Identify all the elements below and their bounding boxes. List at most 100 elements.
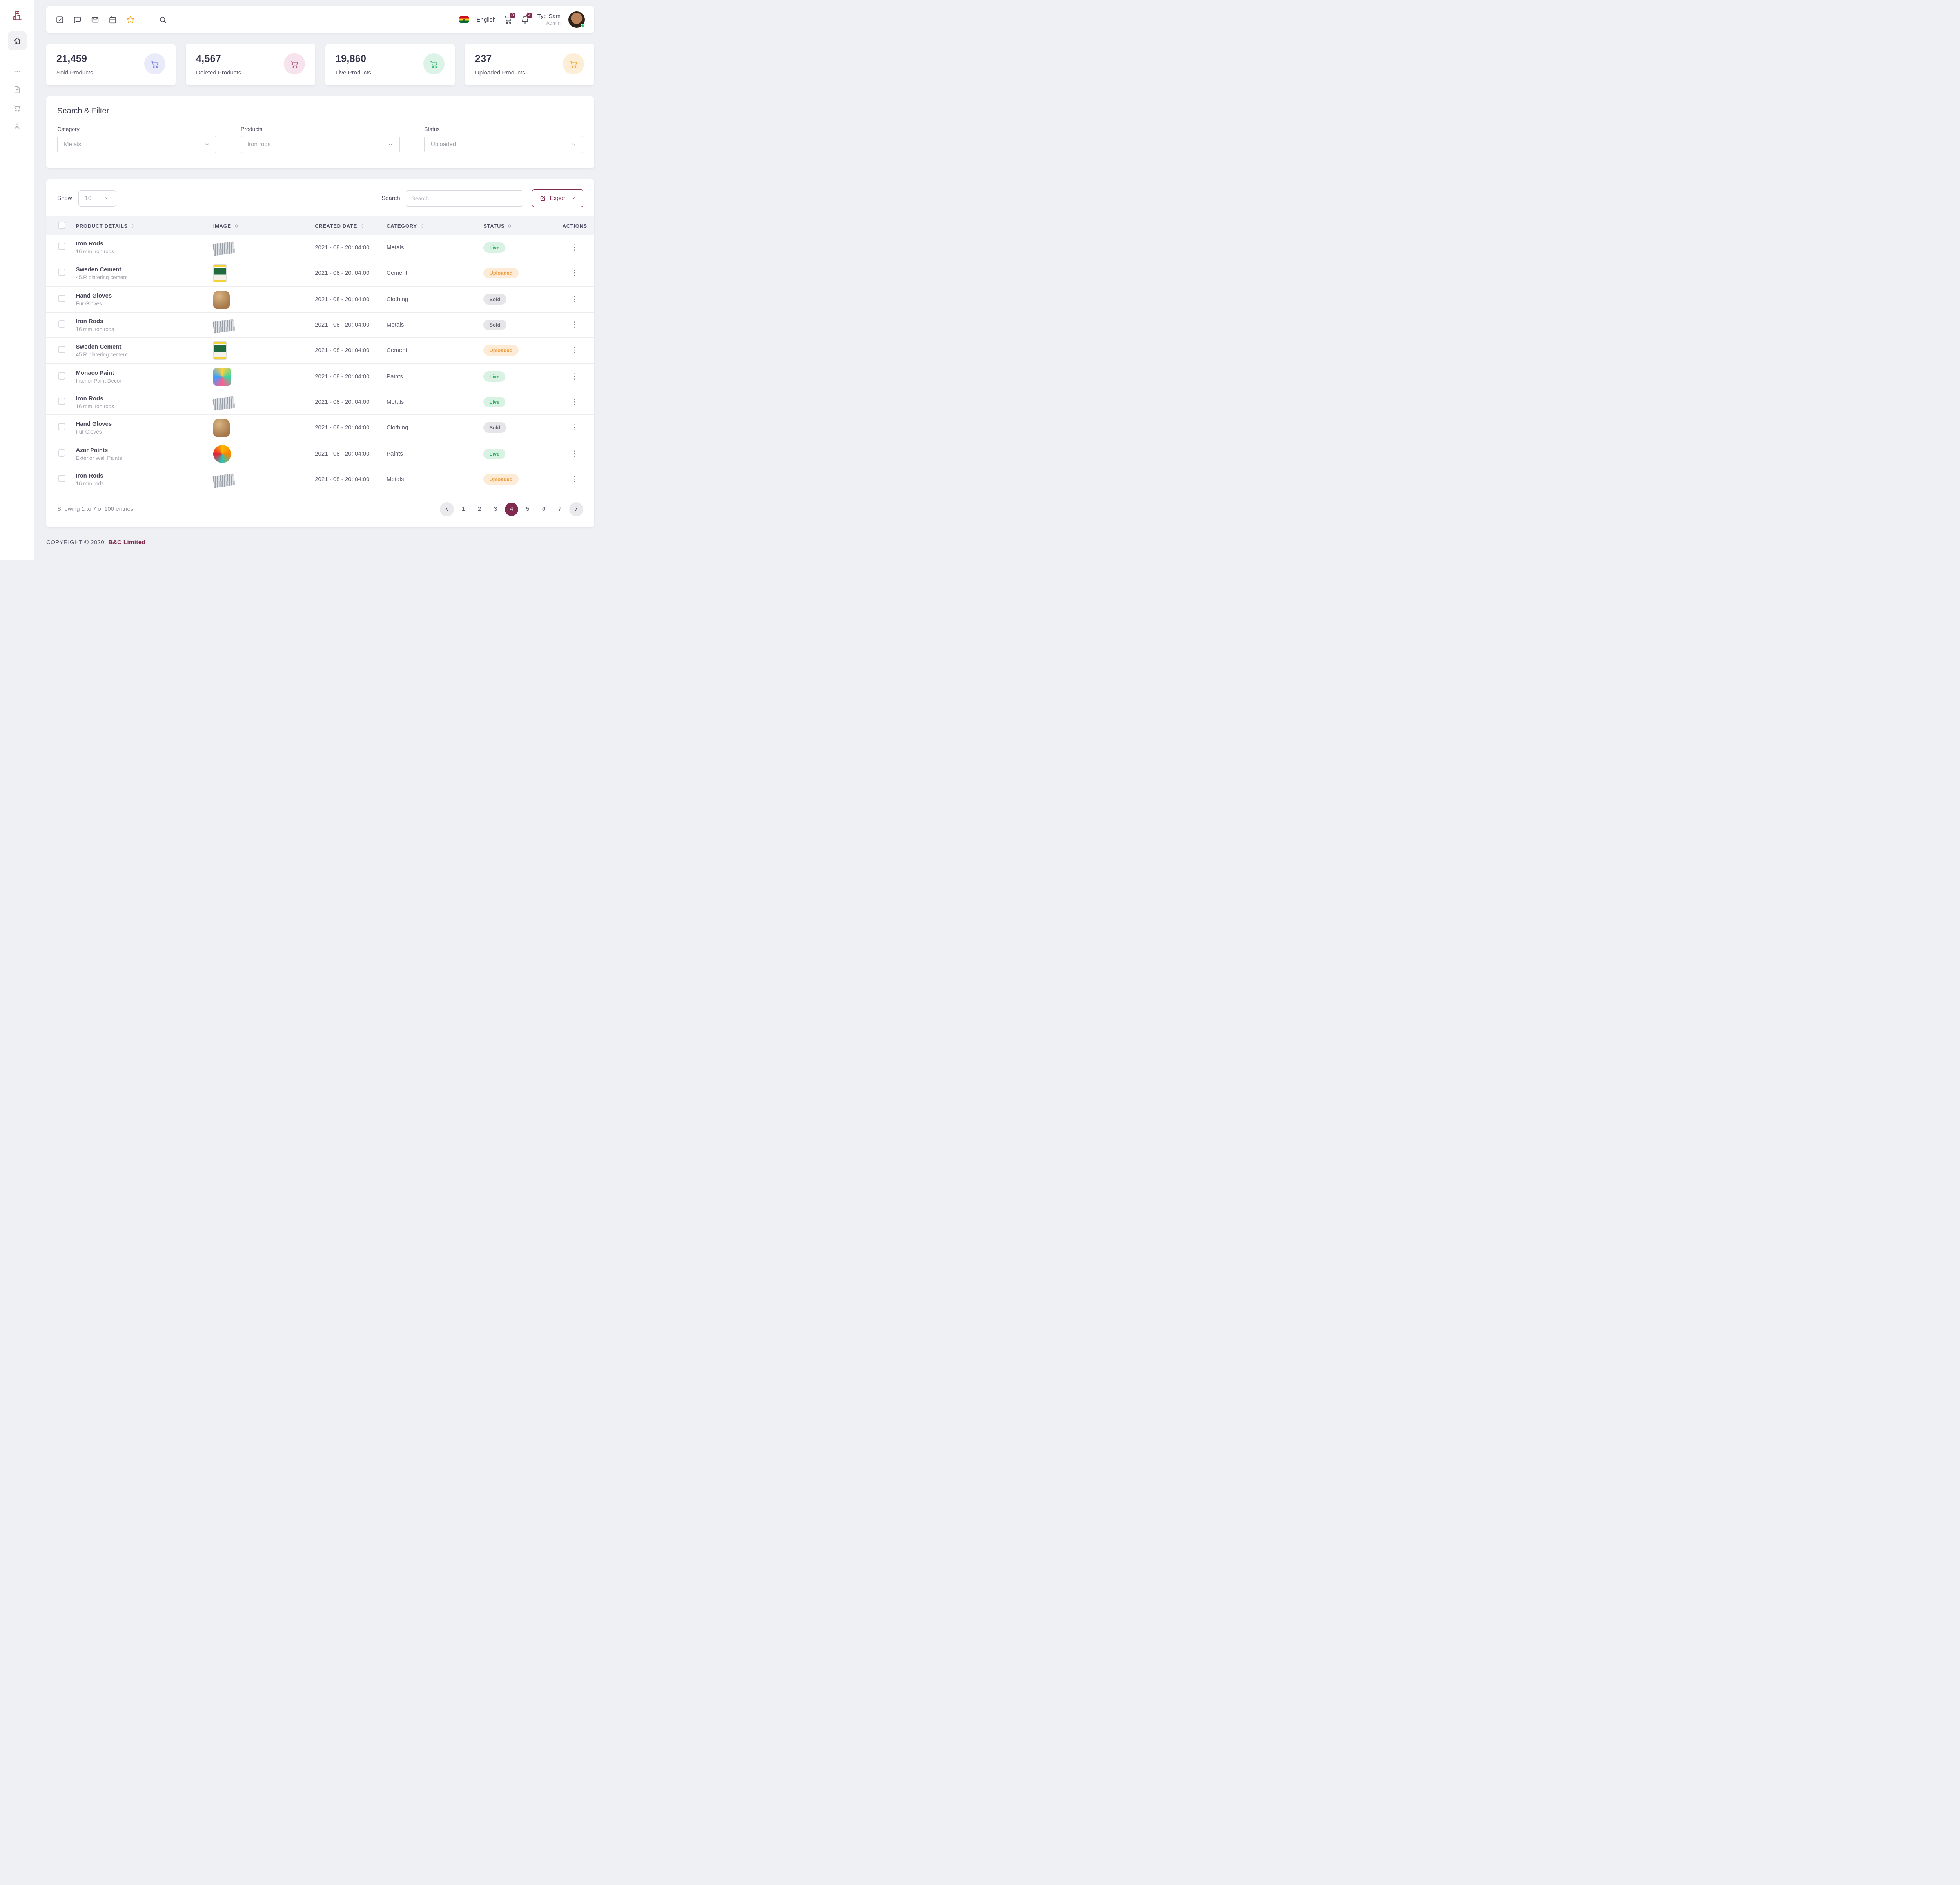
chat-icon[interactable] bbox=[73, 16, 82, 24]
more-icon[interactable] bbox=[13, 67, 21, 75]
kebab-menu-icon[interactable]: ⋮ bbox=[571, 269, 579, 277]
stat-value: 4,567 bbox=[196, 53, 241, 65]
page-button[interactable]: 6 bbox=[537, 503, 550, 516]
sort-status[interactable]: STATUS bbox=[483, 223, 555, 229]
product-name: Monaco Paint bbox=[76, 370, 213, 376]
page-button[interactable]: 3 bbox=[489, 503, 502, 516]
search-label: Search bbox=[381, 195, 400, 202]
kebab-menu-icon[interactable]: ⋮ bbox=[571, 450, 579, 458]
kebab-menu-icon[interactable]: ⋮ bbox=[571, 321, 579, 329]
kebab-menu-icon[interactable]: ⋮ bbox=[571, 423, 579, 432]
page-size-select[interactable]: 10 bbox=[78, 190, 116, 207]
avatar[interactable] bbox=[568, 11, 585, 28]
row-checkbox[interactable] bbox=[58, 269, 65, 276]
kebab-menu-icon[interactable]: ⋮ bbox=[571, 475, 579, 483]
flag-star: ★ bbox=[463, 18, 465, 22]
search-input[interactable] bbox=[406, 190, 523, 207]
stat-card-live: 19,860 Live Products bbox=[325, 44, 455, 85]
row-checkbox[interactable] bbox=[58, 475, 65, 482]
row-checkbox[interactable] bbox=[58, 320, 65, 328]
sort-created-date[interactable]: CREATED DATE bbox=[315, 223, 387, 229]
page-button-active[interactable]: 4 bbox=[505, 503, 518, 516]
sidebar-menu bbox=[13, 67, 21, 131]
chevron-down-icon bbox=[571, 196, 576, 201]
row-checkbox[interactable] bbox=[58, 243, 65, 250]
status-badge: Live bbox=[483, 397, 505, 407]
page-button[interactable]: 7 bbox=[553, 503, 566, 516]
filter-fields: Category Metals Products Iron rods Statu… bbox=[57, 126, 583, 153]
favorites-star-icon[interactable] bbox=[126, 15, 135, 24]
category-cell: Cement bbox=[387, 260, 483, 286]
calendar-icon[interactable] bbox=[109, 16, 117, 24]
sort-image[interactable]: IMAGE bbox=[213, 223, 315, 229]
kebab-menu-icon[interactable]: ⋮ bbox=[571, 346, 579, 354]
products-select[interactable]: Iron rods bbox=[241, 136, 400, 153]
page-button[interactable]: 5 bbox=[521, 503, 534, 516]
product-desc: Fur Gloves bbox=[76, 301, 213, 307]
sidebar-item-home[interactable] bbox=[8, 31, 27, 50]
stat-card-sold: 21,459 Sold Products bbox=[46, 44, 176, 85]
created-date: 2021 - 08 - 20: 04:00 bbox=[315, 337, 387, 363]
row-checkbox[interactable] bbox=[58, 295, 65, 302]
category-select[interactable]: Metals bbox=[57, 136, 216, 153]
product-image bbox=[213, 419, 230, 437]
ghana-flag-icon[interactable]: ★ bbox=[459, 16, 469, 23]
status-badge: Live bbox=[483, 242, 505, 253]
brand-logo-icon[interactable] bbox=[11, 9, 23, 21]
status-badge: Sold bbox=[483, 422, 506, 433]
product-name: Iron Rods bbox=[76, 472, 213, 479]
row-checkbox[interactable] bbox=[58, 372, 65, 380]
next-page-button[interactable] bbox=[569, 502, 583, 516]
mail-icon[interactable] bbox=[91, 16, 99, 24]
prev-page-button[interactable] bbox=[440, 502, 454, 516]
sort-product-details[interactable]: PRODUCT DETAILS bbox=[76, 223, 213, 229]
product-image bbox=[212, 319, 235, 333]
cart-button[interactable]: 8 bbox=[504, 15, 513, 24]
kebab-menu-icon[interactable]: ⋮ bbox=[571, 398, 579, 406]
documents-icon[interactable] bbox=[13, 85, 21, 94]
sort-icon bbox=[508, 223, 512, 229]
status-select[interactable]: Uploaded bbox=[424, 136, 583, 153]
product-image bbox=[212, 242, 235, 256]
product-name: Iron Rods bbox=[76, 395, 213, 402]
chevron-down-icon bbox=[571, 142, 577, 147]
product-name: Sweden Cement bbox=[76, 343, 213, 350]
search-icon[interactable] bbox=[159, 16, 167, 24]
row-checkbox[interactable] bbox=[58, 398, 65, 405]
product-name: Hand Gloves bbox=[76, 292, 213, 299]
sort-icon bbox=[420, 223, 424, 229]
pagination: 1 2 3 4 5 6 7 bbox=[440, 502, 583, 516]
user-icon[interactable] bbox=[13, 122, 21, 131]
table-row: Iron Rods16 mm iron rods 2021 - 08 - 20:… bbox=[46, 312, 594, 337]
product-image bbox=[212, 473, 235, 488]
page-button[interactable]: 1 bbox=[457, 503, 470, 516]
created-date: 2021 - 08 - 20: 04:00 bbox=[315, 467, 387, 492]
category-field: Category Metals bbox=[57, 126, 216, 153]
page-button[interactable]: 2 bbox=[473, 503, 486, 516]
row-checkbox[interactable] bbox=[58, 449, 65, 457]
chevron-down-icon bbox=[104, 196, 109, 201]
select-all-checkbox[interactable] bbox=[58, 222, 65, 229]
kebab-menu-icon[interactable]: ⋮ bbox=[571, 372, 579, 381]
status-badge: Sold bbox=[483, 320, 506, 330]
kebab-menu-icon[interactable]: ⋮ bbox=[571, 295, 579, 303]
created-date: 2021 - 08 - 20: 04:00 bbox=[315, 235, 387, 260]
tasks-icon[interactable] bbox=[56, 16, 64, 24]
product-image bbox=[213, 291, 230, 309]
notifications-button[interactable]: 4 bbox=[521, 15, 530, 24]
category-cell: Metals bbox=[387, 235, 483, 260]
selected-value: Uploaded bbox=[431, 141, 456, 148]
toolbar-icons bbox=[56, 15, 167, 25]
product-desc: 16 mm iron rods bbox=[76, 403, 213, 409]
cart-icon[interactable] bbox=[13, 104, 21, 112]
table-row: Monaco PaintInterior Paint Decor 2021 - … bbox=[46, 363, 594, 390]
sort-category[interactable]: CATEGORY bbox=[387, 223, 483, 229]
company-link[interactable]: B&C Limited bbox=[109, 539, 145, 546]
row-checkbox[interactable] bbox=[58, 346, 65, 353]
row-checkbox[interactable] bbox=[58, 423, 65, 430]
entries-summary: Showing 1 to 7 of 100 entries bbox=[57, 506, 133, 512]
language-selector[interactable]: English bbox=[477, 16, 496, 23]
export-button[interactable]: Export bbox=[532, 189, 583, 207]
kebab-menu-icon[interactable]: ⋮ bbox=[571, 243, 579, 252]
created-date: 2021 - 08 - 20: 04:00 bbox=[315, 390, 387, 414]
